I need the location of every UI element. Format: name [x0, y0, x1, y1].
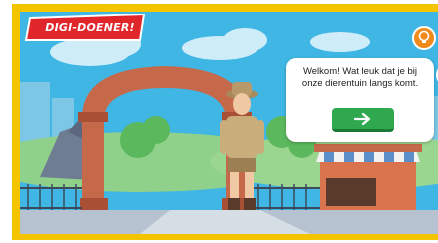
hint-button[interactable]: [412, 26, 436, 50]
digi-doener-badge: DIGI-DOENER!: [24, 14, 148, 42]
next-button[interactable]: [332, 108, 394, 132]
badge-label: DIGI-DOENER!: [45, 21, 135, 34]
arrow-right-icon: [354, 113, 371, 125]
game-frame: DIGI-DOENER! Welkom! Wat leuk dat je bij…: [12, 4, 438, 240]
lightbulb-icon: [418, 30, 430, 43]
dialog-text: Welkom! Wat leuk dat je bij onze dierent…: [301, 66, 419, 89]
zoo-entrance-scene: DIGI-DOENER! Welkom! Wat leuk dat je bij…: [20, 12, 438, 234]
